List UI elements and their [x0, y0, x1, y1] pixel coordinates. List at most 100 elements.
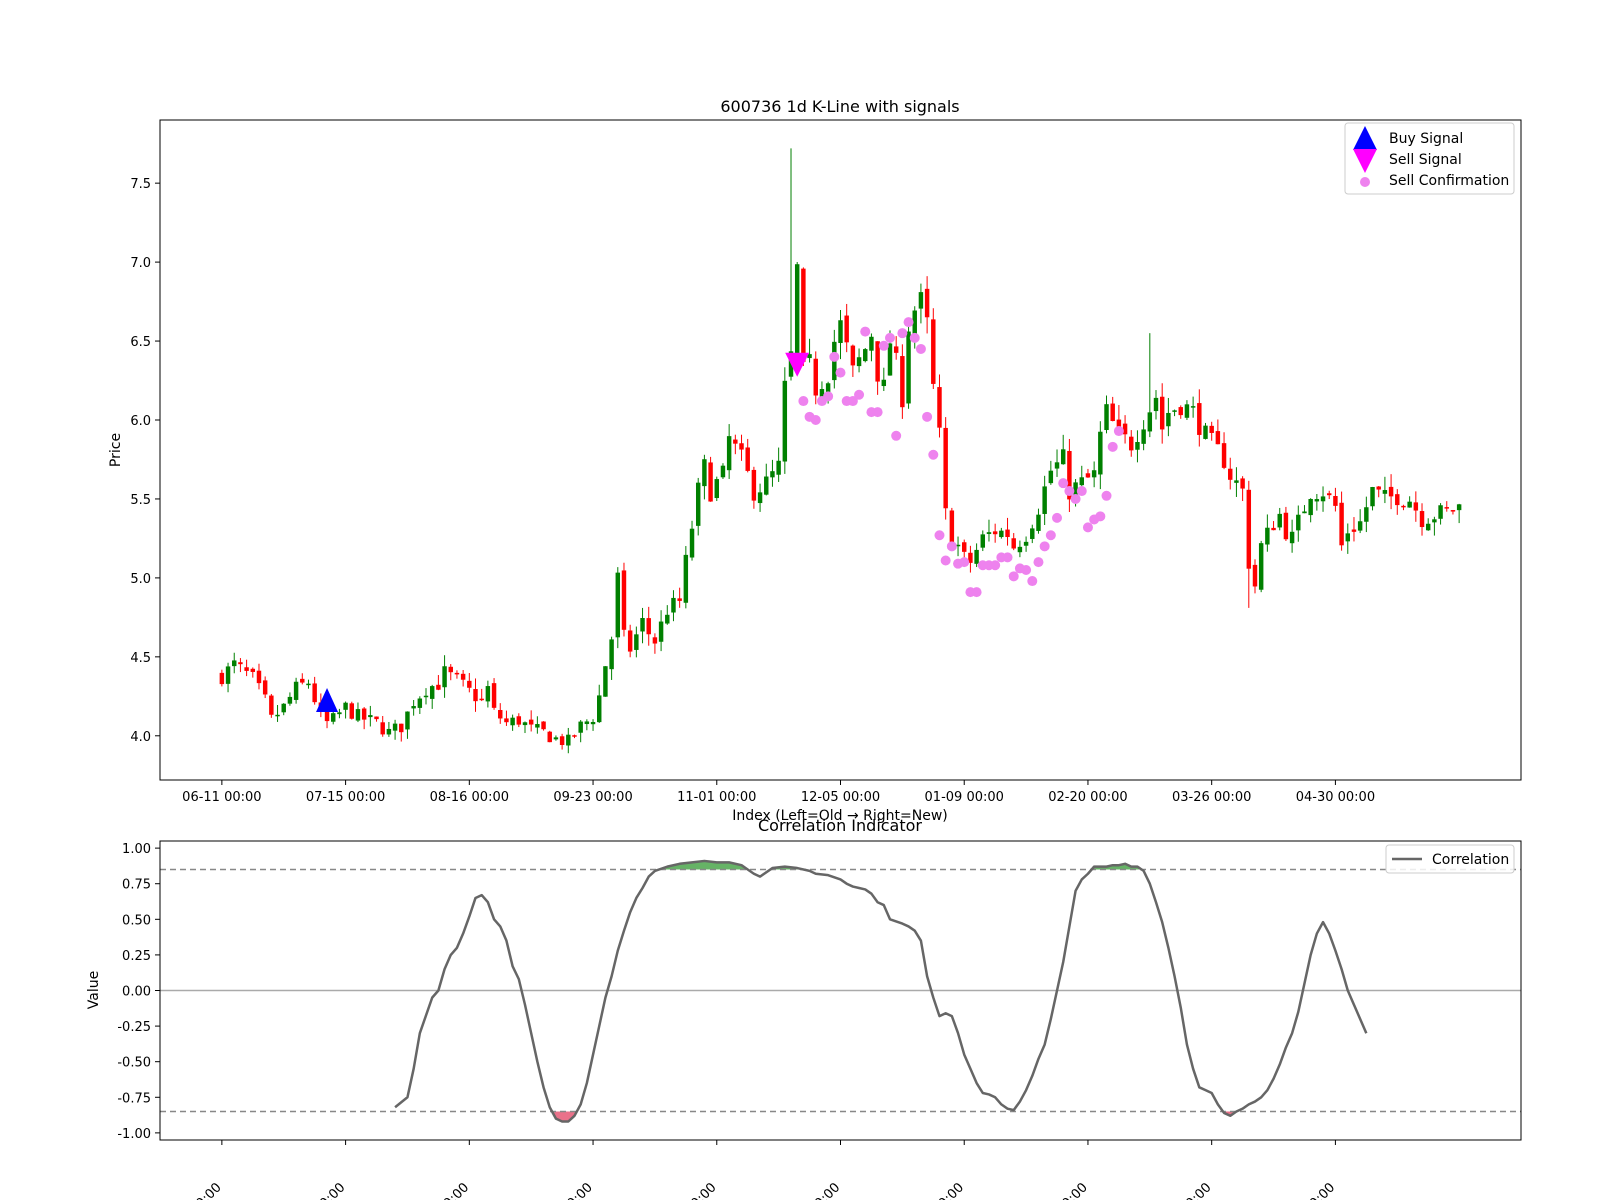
sell-confirmation-point [909, 332, 920, 343]
sell-confirmation-point [1095, 511, 1106, 522]
candle-body [906, 331, 911, 404]
candle-body [708, 462, 713, 502]
sell-confirmation-point [1107, 441, 1118, 452]
candle-body [566, 734, 571, 746]
candle-body [1178, 407, 1183, 416]
candle-body [720, 465, 726, 478]
candle-body [516, 716, 522, 725]
candle-body [479, 698, 484, 701]
kline-x-tick-label: 11-01 00:00 [677, 790, 756, 805]
kline-y-tick-label: 4.5 [130, 651, 151, 666]
candle-body [850, 345, 856, 366]
candle-body [1141, 429, 1146, 444]
candle-body [361, 708, 367, 720]
candle-body [1203, 425, 1208, 439]
candle-body [312, 683, 317, 703]
sell-confirmation-point [903, 317, 914, 328]
candle-body [1005, 529, 1010, 538]
candle-body [1060, 449, 1066, 465]
kline-y-tick-label: 6.0 [130, 414, 151, 429]
candle-body [355, 709, 361, 721]
candle-body [757, 492, 763, 504]
candle-body [1153, 397, 1159, 412]
candle-body [776, 460, 781, 475]
candle-body [1030, 528, 1035, 539]
candle-body [1129, 436, 1134, 451]
candle-body [269, 695, 274, 715]
sell-confirmation-point [1008, 571, 1019, 582]
sell-confirmation-point [798, 396, 809, 407]
candle-body [1376, 486, 1381, 490]
kline-x-tick-label: 04-30 00:00 [1296, 790, 1375, 805]
sell-confirmation-point [928, 449, 939, 460]
sell-confirmation-point [922, 411, 933, 422]
candle-body [306, 683, 311, 686]
candle-body [349, 703, 355, 719]
candle-body [510, 717, 515, 726]
candle-body [714, 479, 719, 499]
candle-body [838, 320, 843, 344]
candle-body [881, 379, 887, 387]
candle-body [733, 439, 738, 444]
candle-body [1172, 410, 1177, 412]
candle-body [1221, 443, 1227, 468]
candle-body [1413, 502, 1419, 511]
candle-body [992, 531, 998, 535]
candle-body [609, 639, 614, 670]
candle-body [547, 731, 552, 743]
legend-sell-confirmation-marker [1360, 177, 1370, 187]
sell-confirmation-point [835, 367, 846, 378]
candle-body [1425, 523, 1431, 531]
candle-body [646, 618, 651, 635]
kline-x-tick-label: 08-16 00:00 [430, 790, 509, 805]
candle-body [813, 358, 818, 396]
kline-y-tick-label: 6.5 [130, 335, 151, 350]
sell-confirmation-point [971, 587, 982, 598]
candle-body [1147, 412, 1153, 432]
candle-body [943, 427, 948, 509]
candle-body [615, 572, 621, 638]
sell-confirmation-point [1058, 478, 1069, 489]
candle-body [275, 714, 280, 717]
sell-confirmation-point [1045, 530, 1056, 541]
candle-body [1166, 412, 1171, 427]
sell-confirmation-point [1064, 486, 1075, 497]
candle-body [504, 718, 509, 723]
legend-correlation-label: Correlation [1432, 852, 1509, 868]
sell-confirmation-point [860, 326, 871, 337]
candle-body [337, 712, 342, 715]
candle-body [931, 319, 936, 384]
candle-body [386, 728, 392, 735]
candle-body [1184, 404, 1190, 418]
sell-confirmation-point [823, 391, 834, 402]
candle-body [1091, 470, 1097, 478]
candle-body [671, 597, 676, 613]
correlation-y-tick-label: -1.00 [117, 1127, 151, 1142]
candle-body [962, 542, 967, 552]
candle-body [1110, 403, 1115, 422]
candle-body [1246, 489, 1252, 569]
candle-body [473, 689, 478, 702]
kline-title: 600736 1d K-Line with signals [720, 97, 959, 116]
sell-confirmation-point [897, 328, 908, 339]
candle-body [1333, 496, 1338, 506]
sell-confirmation-point [990, 560, 1001, 571]
candle-body [1135, 442, 1140, 450]
candle-body [683, 554, 689, 603]
sell-confirmation-point [1033, 557, 1044, 568]
candle-body [250, 668, 256, 672]
candle-body [436, 684, 441, 690]
kline-x-tick-label: 06-11 00:00 [182, 790, 261, 805]
candle-body [627, 630, 633, 652]
candle-body [1042, 486, 1047, 514]
candle-body [634, 634, 639, 650]
candle-body [590, 721, 596, 725]
candle-body [417, 698, 423, 708]
legend-sell-confirmation-label: Sell Confirmation [1389, 173, 1509, 189]
candle-body [1364, 507, 1369, 522]
correlation-y-tick-label: 0.00 [122, 985, 151, 1000]
candle-body [739, 443, 744, 450]
sell-confirmation-point [959, 557, 970, 568]
candle-body [782, 380, 788, 462]
candle-body [1326, 493, 1332, 496]
